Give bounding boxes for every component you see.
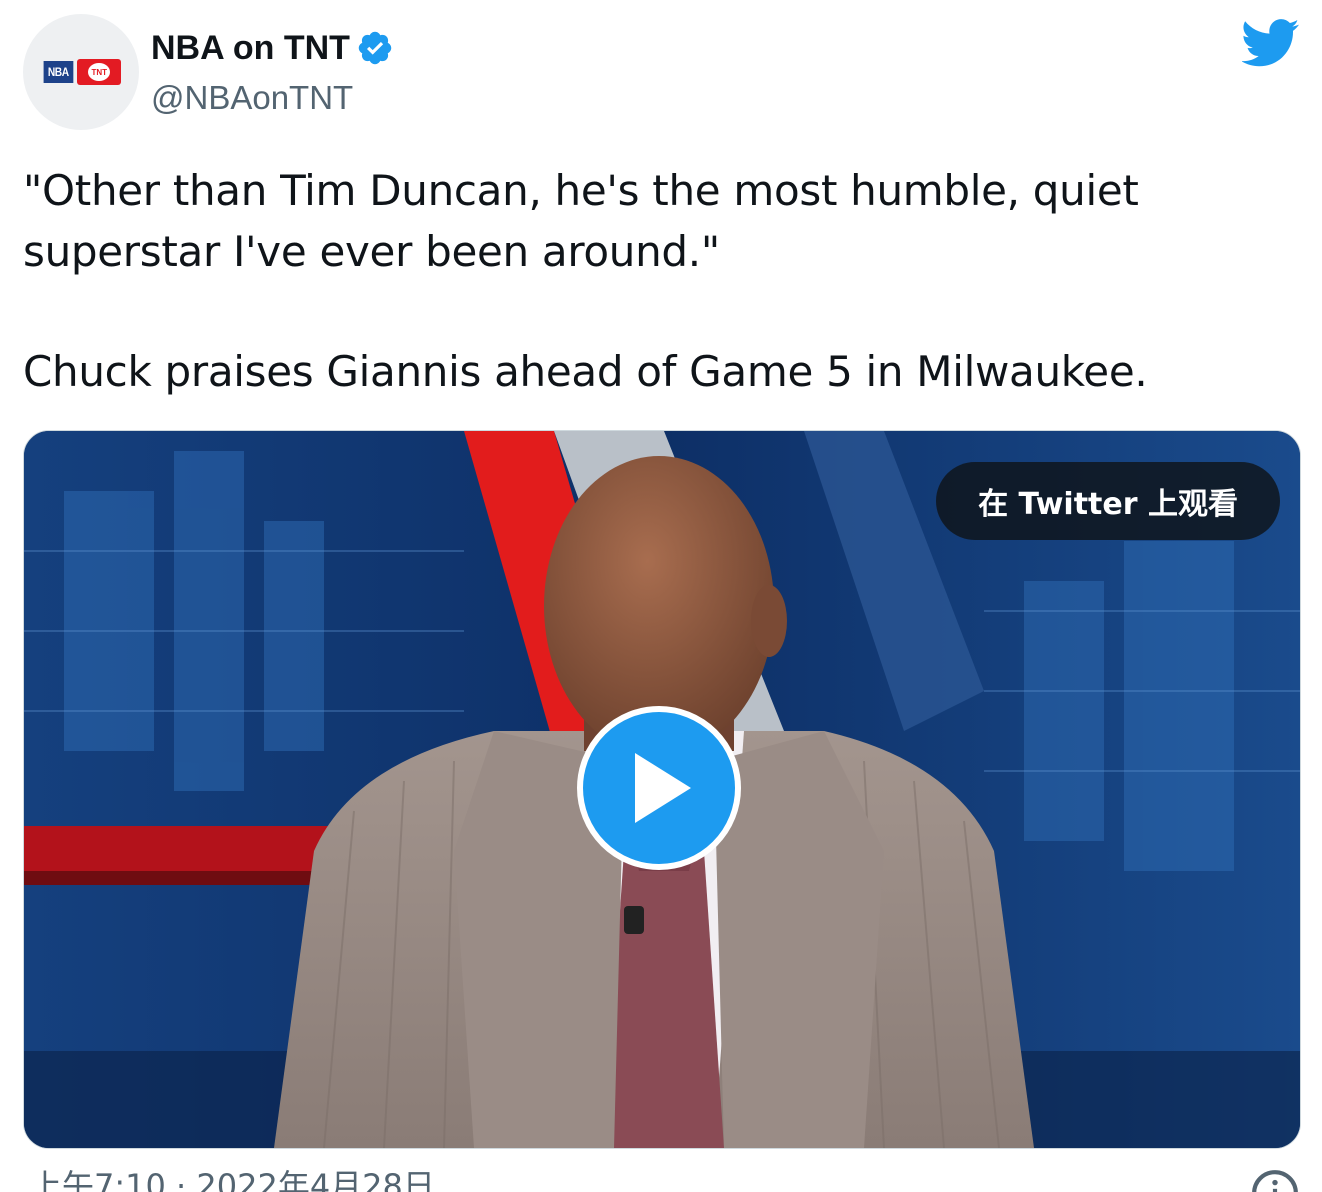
- tweet-text: "Other than Tim Duncan, he's the most hu…: [23, 160, 1303, 402]
- tweet-quote-paragraph: "Other than Tim Duncan, he's the most hu…: [23, 166, 1139, 276]
- info-icon[interactable]: [1250, 1168, 1300, 1192]
- author-name-row[interactable]: NBA on TNT: [151, 28, 394, 68]
- tweet-caption-paragraph: Chuck praises Giannis ahead of Game 5 in…: [23, 347, 1148, 396]
- twitter-bird-icon[interactable]: [1242, 18, 1300, 68]
- author-handle[interactable]: @NBAonTNT: [151, 78, 353, 118]
- tweet-embed: NBA TNT NBA on TNT @NBAonTNT "Other than…: [0, 0, 1322, 1192]
- logo-nba-text: NBA: [43, 61, 73, 83]
- tweet-timestamp[interactable]: 上午7:10 · 2022年4月28日: [30, 1166, 435, 1192]
- logo-tnt-badge: TNT: [77, 59, 122, 85]
- nba-tnt-logo: NBA TNT: [41, 59, 122, 85]
- author-avatar[interactable]: NBA TNT: [23, 14, 139, 130]
- watch-on-twitter-button[interactable]: 在 Twitter 上观看: [936, 462, 1280, 540]
- logo-tnt-text: TNT: [88, 63, 111, 81]
- verified-badge-icon: [358, 31, 392, 65]
- video-player[interactable]: 在 Twitter 上观看: [23, 430, 1301, 1149]
- play-button[interactable]: [577, 706, 741, 870]
- author-display-name[interactable]: NBA on TNT: [151, 28, 350, 68]
- play-icon: [635, 753, 691, 823]
